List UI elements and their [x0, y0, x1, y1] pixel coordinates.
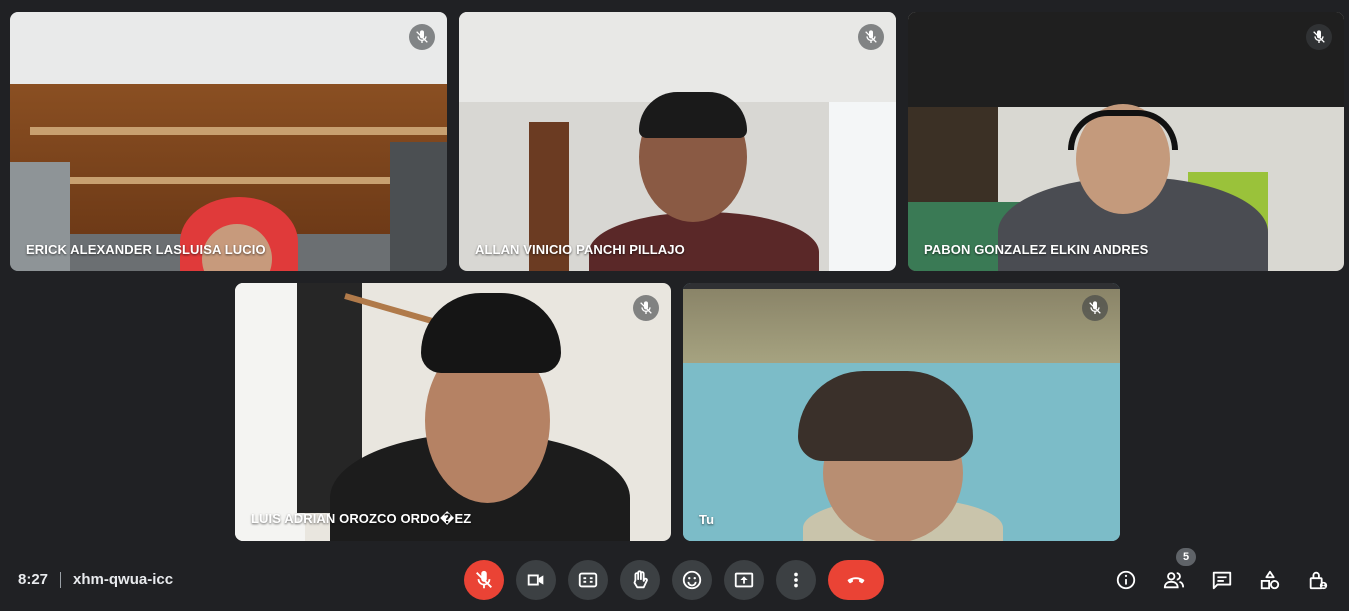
mic-off-icon [1306, 24, 1332, 50]
people-button[interactable] [1160, 566, 1188, 594]
info-icon [1116, 570, 1136, 590]
video-feed [908, 12, 1344, 271]
mic-off-icon [409, 24, 435, 50]
closed-captions-icon [578, 572, 598, 588]
mic-off-icon [633, 295, 659, 321]
activities-button[interactable] [1256, 566, 1284, 594]
more-options-button[interactable] [776, 560, 816, 600]
captions-button[interactable] [568, 560, 608, 600]
self-view-tile[interactable]: Tu [683, 283, 1120, 541]
participant-name: PABON GONZALEZ ELKIN ANDRES [924, 242, 1149, 257]
video-feed [10, 12, 447, 271]
chat-button[interactable] [1208, 566, 1236, 594]
chat-icon [1212, 571, 1232, 590]
video-feed [459, 12, 896, 271]
mic-toggle-button[interactable] [464, 560, 504, 600]
mic-off-icon [858, 24, 884, 50]
video-feed [235, 283, 671, 541]
raise-hand-icon [633, 570, 648, 589]
present-screen-icon [734, 572, 754, 588]
participant-name: ALLAN VINICIO PANCHI PILLAJO [475, 242, 685, 257]
lock-person-icon [1309, 571, 1328, 590]
participant-name: ERICK ALEXANDER LASLUISA LUCIO [26, 242, 266, 257]
video-feed [683, 283, 1120, 541]
meeting-code: xhm-qwua-icc [73, 571, 174, 588]
mic-off-icon [1082, 295, 1108, 321]
raise-hand-button[interactable] [620, 560, 660, 600]
people-count-badge: 5 [1176, 548, 1196, 566]
participant-name: LUIS ADRIAN OROZCO ORDO�EZ [251, 511, 472, 526]
meeting-time: 8:27 [18, 571, 49, 588]
activities-shapes-icon [1260, 570, 1280, 590]
call-end-icon [847, 577, 865, 584]
meeting-details-button[interactable] [1112, 566, 1140, 594]
participant-tile-4[interactable]: LUIS ADRIAN OROZCO ORDO�EZ [235, 283, 671, 541]
divider [60, 571, 62, 588]
participant-tile-2[interactable]: ALLAN VINICIO PANCHI PILLAJO [459, 12, 896, 271]
emoji-icon [682, 570, 702, 590]
camera-toggle-button[interactable] [516, 560, 556, 600]
videocam-icon [527, 574, 544, 586]
reactions-button[interactable] [672, 560, 712, 600]
meeting-info: 8:27 xhm-qwua-icc [18, 571, 173, 588]
host-controls-button[interactable] [1304, 566, 1332, 594]
participant-tile-3[interactable]: PABON GONZALEZ ELKIN ANDRES [908, 12, 1344, 271]
participant-name: Tu [699, 512, 715, 527]
mic-off-icon [476, 570, 492, 589]
leave-call-button[interactable] [828, 560, 884, 600]
people-icon [1163, 572, 1185, 589]
participant-tile-1[interactable]: ERICK ALEXANDER LASLUISA LUCIO [10, 12, 447, 271]
present-button[interactable] [724, 560, 764, 600]
more-vert-icon [794, 572, 798, 588]
control-bar: 8:27 xhm-qwua-icc 5 [0, 548, 1349, 611]
